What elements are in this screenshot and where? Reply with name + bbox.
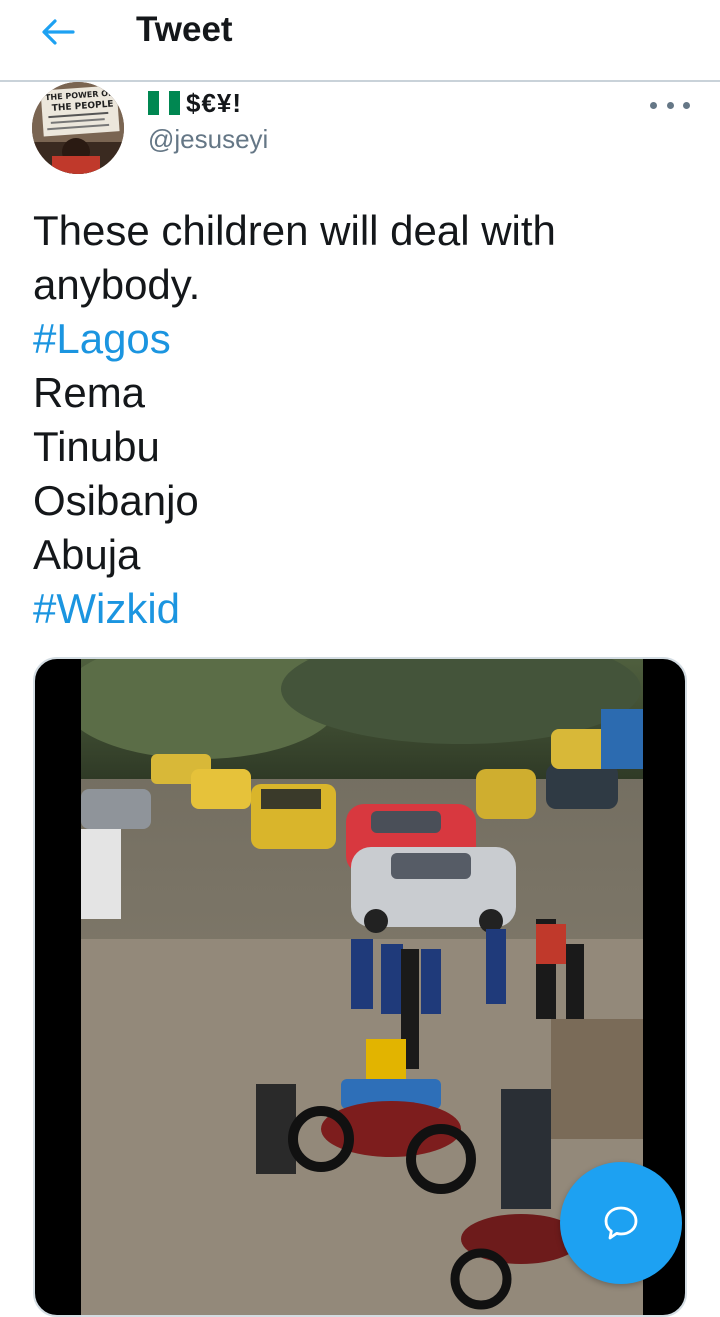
tweet-text: These children will deal with anybody. #La… — [33, 204, 673, 636]
display-name-text: $€¥! — [186, 87, 243, 118]
top-bar: Tweet — [0, 0, 720, 82]
video-frame — [81, 659, 643, 1315]
reply-bubble-icon — [604, 1206, 638, 1240]
compose-reply-button[interactable] — [560, 1162, 682, 1284]
nigeria-flag-icon — [148, 91, 181, 115]
tweet-line: Osibanjo — [33, 477, 199, 524]
avatar-image: THE POWER OF THE PEOPLE — [32, 82, 124, 174]
tweet-line: These children will deal with — [33, 207, 556, 254]
hashtag-link[interactable]: #Wizkid — [33, 582, 673, 636]
back-button[interactable] — [30, 10, 86, 54]
tweet-line: anybody. — [33, 261, 201, 308]
more-dots-icon — [650, 101, 657, 109]
tweet-line: Tinubu — [33, 423, 160, 470]
more-options-button[interactable] — [650, 90, 690, 120]
tweet-line: Abuja — [33, 531, 141, 578]
arrow-left-icon — [42, 19, 75, 45]
page-title: Tweet — [136, 10, 233, 49]
user-handle[interactable]: @jesuseyi — [148, 124, 268, 155]
hashtag-link[interactable]: #Lagos — [33, 312, 673, 366]
display-name[interactable]: $€¥! — [148, 86, 242, 120]
tweet-line: Rema — [33, 369, 146, 416]
avatar[interactable]: THE POWER OF THE PEOPLE — [32, 82, 124, 174]
